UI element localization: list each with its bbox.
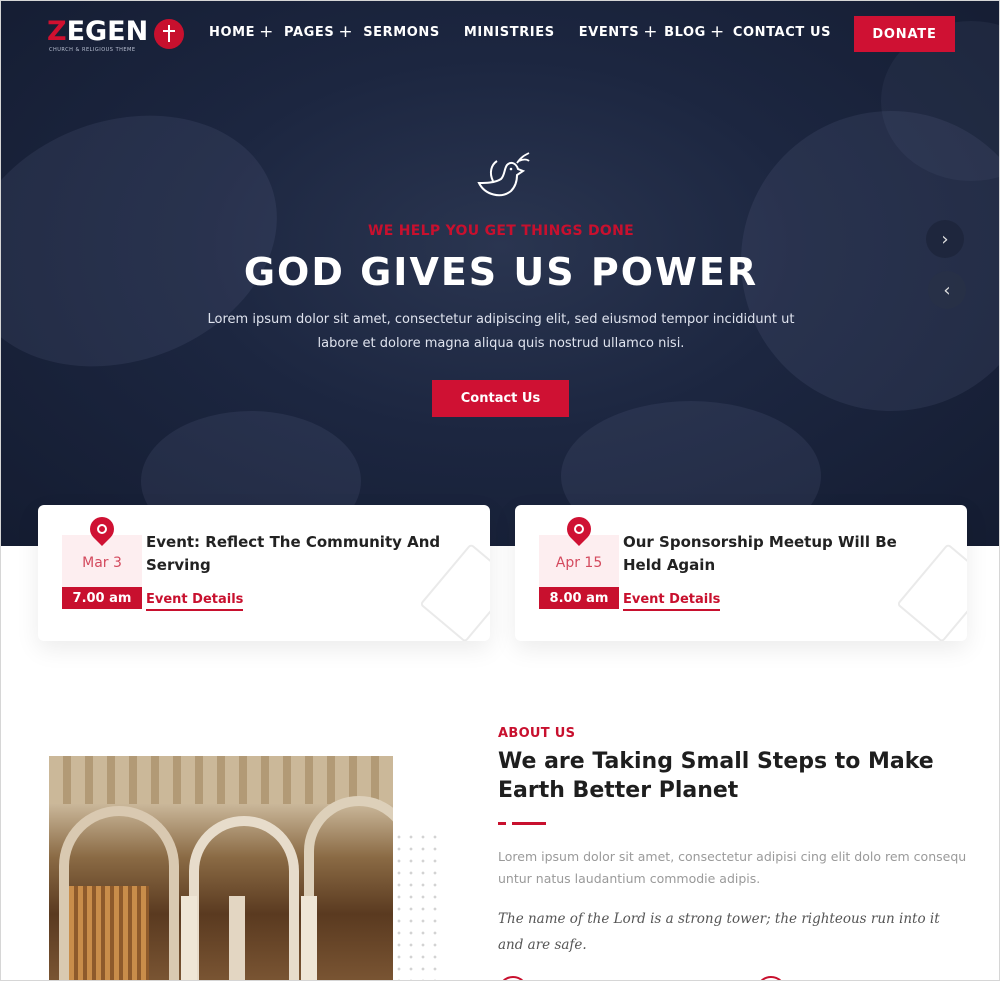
event-date-box: Mar 3 7.00 am [62,512,142,609]
nav-item-home[interactable]: HOME + [209,22,275,42]
event-title: Our Sponsorship Meetup Will Be Held Agai… [623,533,897,574]
about-quote: The name of the Lord is a strong tower; … [498,911,940,953]
event-details-link[interactable]: Event Details [146,592,244,611]
event-details-link[interactable]: Event Details [623,592,721,611]
about-description: Lorem ipsum dolor sit amet, consectetur … [498,849,967,886]
page: WE HELP YOU GET THINGS DONE GOD GIVES US… [0,0,1000,981]
chevron-right-icon: › [941,228,949,250]
event-title: Event: Reflect The Community And Serving [146,533,441,574]
slider-next-button[interactable]: › [926,220,964,258]
event-card: Mar 3 7.00 am Event: Reflect The Communi… [38,505,490,641]
hero-description: Lorem ipsum dolor sit amet, consectetur … [207,312,795,351]
logo-tagline: CHURCH & RELIGIOUS THEME [49,47,136,53]
feature-icon [498,976,528,980]
chevron-left-icon: ‹ [943,279,951,301]
plus-icon: + [709,22,725,42]
plus-icon: + [338,22,354,42]
nav-item-ministries[interactable]: MINISTRIES [464,25,555,40]
plus-icon: + [643,22,659,42]
contact-us-button[interactable]: Contact Us [432,380,569,417]
hero-background-shape [1,73,313,409]
donate-button[interactable]: DONATE [854,16,955,52]
dove-icon [477,152,530,197]
nav-item-blog[interactable]: BLOG + [664,22,725,42]
hero-title: GOD GIVES US POWER [243,250,759,294]
nav-item-events[interactable]: EVENTS + [579,22,659,42]
feature-icons [498,976,786,980]
event-time: 8.00 am [539,587,619,609]
about-title: We are Taking Small Steps to Make Earth … [498,749,934,803]
event-time: 7.00 am [62,587,142,609]
cross-icon [154,19,185,49]
event-card: Apr 15 8.00 am Our Sponsorship Meetup Wi… [515,505,967,641]
hero-tagline: WE HELP YOU GET THINGS DONE [367,223,635,239]
event-date: Apr 15 [555,555,603,571]
section-divider [498,822,546,825]
event-date-box: Apr 15 8.00 am [539,512,619,609]
site-header: ZEGEN CHURCH & RELIGIOUS THEME HOME + PAG… [1,1,999,67]
slider-prev-button[interactable]: ‹ [928,271,966,309]
site-logo[interactable]: ZEGEN CHURCH & RELIGIOUS THEME [47,16,185,53]
main-nav: HOME + PAGES + SERMONS MINISTRIES EVENTS + … [209,22,831,42]
hero-section: WE HELP YOU GET THINGS DONE GOD GIVES US… [1,1,999,546]
about-label: ABOUT US [498,726,576,741]
dot-pattern [393,831,443,980]
church-interior-image [49,756,393,980]
nav-item-sermons[interactable]: SERMONS [363,25,440,40]
feature-icon [756,976,786,980]
nav-item-pages[interactable]: PAGES + [284,22,354,42]
nav-item-contact-us[interactable]: CONTACT US [733,25,831,40]
logo-text: ZEGEN [47,16,149,47]
plus-icon: + [259,22,275,42]
event-date: Mar 3 [82,555,122,571]
